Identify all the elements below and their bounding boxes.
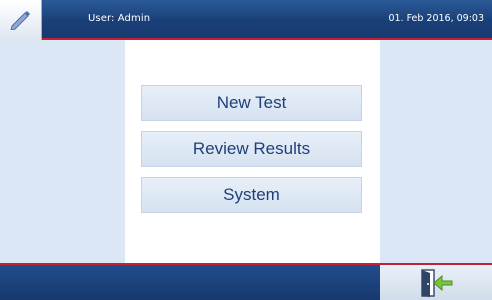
user-label: User: Admin — [88, 13, 151, 24]
center-panel: New Test Review Results System — [125, 40, 380, 263]
datetime: 01. Feb 2016, 09:03 — [388, 13, 484, 24]
app-screen: User: Admin 01. Feb 2016, 09:03 New Test… — [0, 0, 492, 300]
header-bar: User: Admin 01. Feb 2016, 09:03 — [0, 0, 492, 40]
main-area: New Test Review Results System — [0, 40, 492, 263]
exit-button[interactable] — [380, 265, 492, 300]
new-test-button[interactable]: New Test — [141, 85, 362, 121]
system-button[interactable]: System — [141, 177, 362, 213]
right-panel — [380, 40, 492, 263]
review-results-button[interactable]: Review Results — [141, 131, 362, 167]
logo — [0, 0, 42, 40]
footer-bar — [0, 263, 492, 300]
left-panel — [0, 40, 125, 263]
